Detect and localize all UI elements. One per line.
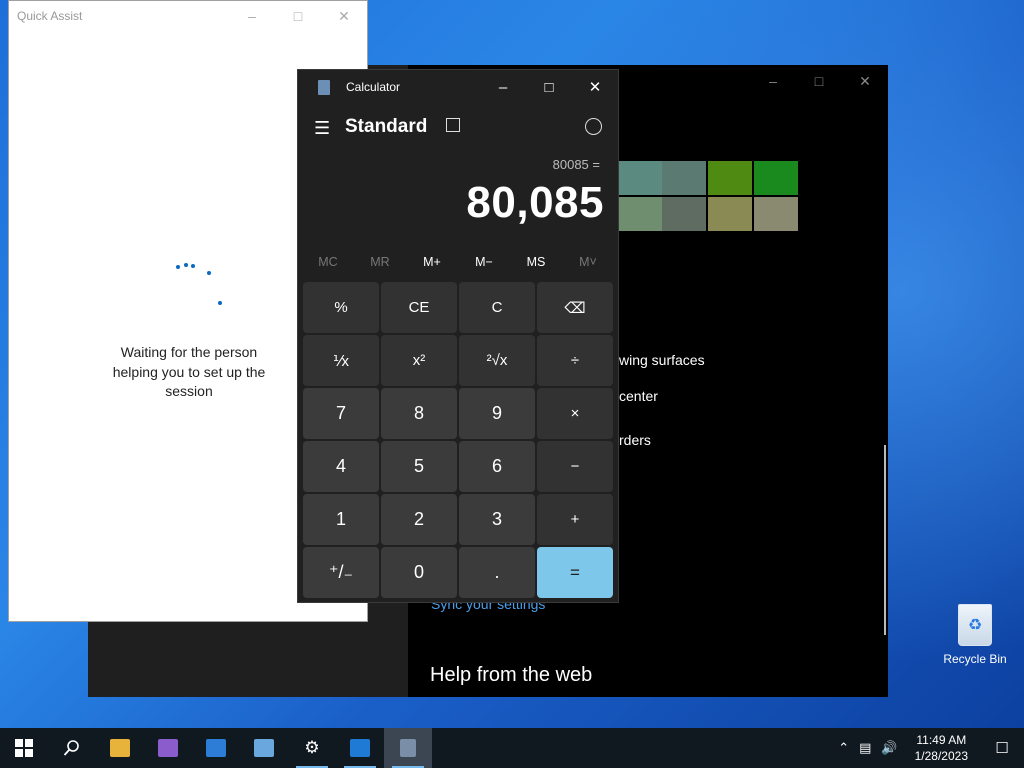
keep-on-top-icon[interactable] [446,118,460,132]
clear-entry-key[interactable]: CE [381,282,457,333]
chevron-up-icon[interactable]: ⌃ [833,740,854,756]
reciprocal-key[interactable]: ⅟x [303,335,379,386]
clock-time: 11:49 AM [916,733,967,747]
equals-key[interactable]: = [537,547,613,598]
loading-spinner-dot [218,301,222,305]
square-key[interactable]: x² [381,335,457,386]
multiply-key[interactable]: × [537,388,613,439]
window-title: Calculator [346,80,401,94]
negate-key[interactable]: ⁺/₋ [303,547,379,598]
volume-icon[interactable]: 🔊 [876,740,902,756]
color-swatch[interactable] [619,161,663,195]
digit-8-key[interactable]: 8 [381,388,457,439]
subtract-key[interactable]: − [537,441,613,492]
calculator-display: 80,085 [466,178,604,227]
digit-7-key[interactable]: 7 [303,388,379,439]
memory-button[interactable]: MS [510,255,562,269]
recycle-bin-icon: ♻ [958,604,992,646]
memory-button[interactable]: M+ [406,255,458,269]
digit-6-key[interactable]: 6 [459,441,535,492]
settings-window-controls: – □ ✕ [750,65,888,97]
quick-assist-window-controls: – □ ✕ [229,1,367,31]
settings-gear-icon[interactable]: ⚙ [288,728,336,768]
loading-spinner-dot [207,271,211,275]
digit-9-key[interactable]: 9 [459,388,535,439]
loading-spinner-dot [176,265,180,269]
recycle-bin-shortcut[interactable]: ♻ Recycle Bin [940,600,1010,666]
setting-option-surfaces[interactable]: wing surfaces [619,352,705,368]
control-panel-icon[interactable] [240,728,288,768]
color-swatch[interactable] [754,197,798,231]
notification-icon[interactable]: ☐ [980,739,1024,757]
system-tray: ⌃ ▤ 🔊 11:49 AM 1/28/2023 ☐ [833,728,1024,768]
calculator-titlebar[interactable]: Calculator – □ ✕ [298,70,618,104]
settings-scrollbar[interactable] [884,445,886,635]
search-icon[interactable] [48,728,96,768]
decimal-key[interactable]: . [459,547,535,598]
maximize-icon[interactable]: □ [275,1,321,31]
quick-assist-icon[interactable] [336,728,384,768]
calculator-window-controls: – □ ✕ [480,70,618,104]
digit-0-key[interactable]: 0 [381,547,457,598]
setting-option-center[interactable]: center [619,388,658,404]
digit-5-key[interactable]: 5 [381,441,457,492]
loading-spinner-dot [191,264,195,268]
server-manager-icon[interactable] [192,728,240,768]
hamburger-menu-icon[interactable]: ☰ [314,118,330,139]
color-swatch[interactable] [662,161,706,195]
calculator-expression: 80085 = [552,157,600,172]
memory-button[interactable]: M˅ [562,255,614,269]
digit-3-key[interactable]: 3 [459,494,535,545]
recycle-bin-label: Recycle Bin [943,652,1007,666]
calculator-window: Calculator – □ ✕ ☰ Standard 80085 = 80,0… [297,69,619,603]
help-from-web-heading: Help from the web [430,664,593,686]
clock[interactable]: 11:49 AM 1/28/2023 [903,732,980,764]
history-icon[interactable] [585,118,602,135]
clear-key[interactable]: C [459,282,535,333]
divide-key[interactable]: ÷ [537,335,613,386]
digit-1-key[interactable]: 1 [303,494,379,545]
digit-2-key[interactable]: 2 [381,494,457,545]
minimize-icon[interactable]: – [480,70,526,104]
color-swatch[interactable] [708,197,752,231]
taskbar: ⚙ ⌃ ▤ 🔊 11:49 AM 1/28/2023 ☐ [0,728,1024,768]
network-icon[interactable]: ▤ [854,740,876,756]
percent-key[interactable]: % [303,282,379,333]
digit-4-key[interactable]: 4 [303,441,379,492]
color-swatch[interactable] [619,197,663,231]
calculator-mode-title: Standard [345,116,428,137]
close-icon[interactable]: ✕ [321,1,367,31]
square-root-key[interactable]: ²√x [459,335,535,386]
memory-button-row: MC MR M+ M− MS M˅ [302,255,614,269]
color-swatch[interactable] [754,161,798,195]
backspace-key[interactable]: ⌫ [537,282,613,333]
color-swatch[interactable] [708,161,752,195]
memory-button[interactable]: M− [458,255,510,269]
file-explorer-icon[interactable] [96,728,144,768]
calculator-app-icon [318,80,330,95]
close-icon[interactable]: ✕ [842,65,888,97]
close-icon[interactable]: ✕ [572,70,618,104]
minimize-icon[interactable]: – [229,1,275,31]
visual-studio-icon[interactable] [144,728,192,768]
window-title: Quick Assist [17,9,83,23]
color-swatch[interactable] [662,197,706,231]
waiting-message: Waiting for the person helping you to se… [112,344,266,399]
start-windows-icon[interactable] [0,728,48,768]
memory-button[interactable]: MC [302,255,354,269]
maximize-icon[interactable]: □ [526,70,572,104]
memory-button[interactable]: MR [354,255,406,269]
setting-option-borders[interactable]: rders [619,432,651,448]
loading-spinner-dot [184,263,188,267]
calculator-keypad: % CE C ⌫ ⅟x x² ²√x ÷ 7 8 9 × 4 5 6− 1 2 3 + ⁺/₋ 0. = [303,282,615,598]
maximize-icon[interactable]: □ [796,65,842,97]
calculator-icon[interactable] [384,728,432,768]
add-key[interactable]: + [537,494,613,545]
minimize-icon[interactable]: – [750,65,796,97]
clock-date: 1/28/2023 [914,749,968,763]
